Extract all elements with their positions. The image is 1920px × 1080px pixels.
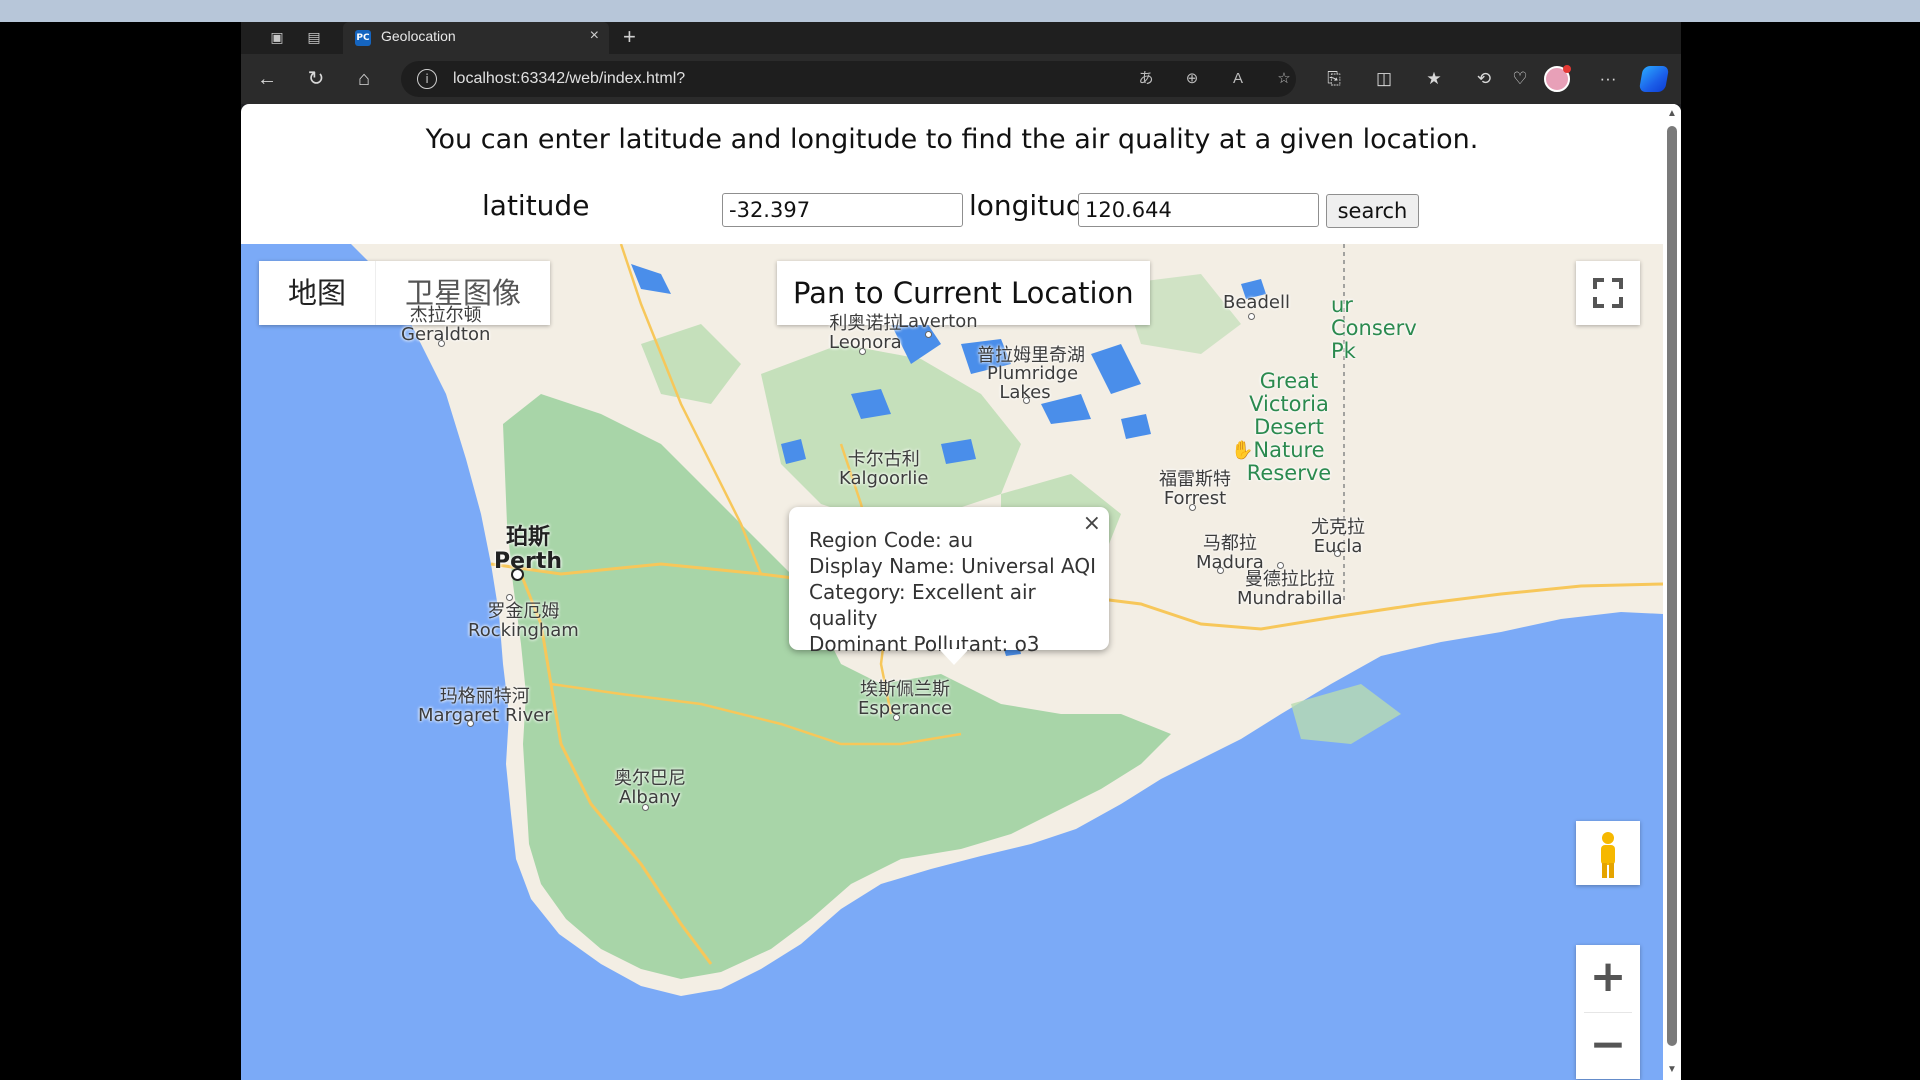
info-region-code: Region Code: au — [809, 528, 974, 552]
map-label-perth: 珀斯 Perth — [494, 525, 563, 574]
madura-marker — [1217, 567, 1224, 574]
forrest-marker — [1189, 504, 1196, 511]
info-window-content: Region Code: au Display Name: Universal … — [809, 527, 1109, 657]
map-label-kalgoorlie: 卡尔古利 Kalgoorlie — [839, 449, 929, 489]
margaret-river-marker — [467, 720, 474, 727]
tab-geolocation[interactable]: PC Geolocation × — [343, 22, 609, 54]
history-icon[interactable]: ⟲ — [1471, 66, 1497, 92]
map-label-conserv: ur Conserv Pk — [1331, 293, 1417, 363]
map-label-rockingham: 罗金厄姆 Rockingham — [468, 601, 579, 641]
home-icon[interactable]: ⌂ — [351, 66, 377, 92]
plumridge-marker — [1023, 397, 1030, 404]
grab-cursor-icon: ✋ — [1231, 440, 1254, 460]
geraldton-marker — [438, 340, 445, 347]
info-dominant-pollutant: Dominant Pollutant: o3 — [809, 632, 1040, 656]
perth-marker — [511, 568, 524, 581]
page-viewport: You can enter latitude and longitude to … — [241, 104, 1681, 1080]
mundrabilla-marker — [1277, 562, 1284, 569]
more-icon[interactable]: ··· — [1595, 66, 1621, 92]
address-bar[interactable]: i localhost:63342/web/index.html? あ ⊕ A … — [401, 61, 1296, 97]
esperance-marker — [893, 714, 900, 721]
map-label-albany: 奥尔巴尼 Albany — [614, 768, 686, 808]
laverton-marker — [925, 331, 932, 338]
extensions-icon[interactable]: ⎘ — [1321, 66, 1347, 92]
zoom-control: + − — [1576, 945, 1640, 1079]
desktop-top-strip — [0, 0, 1920, 22]
air-quality-info-window: × Region Code: au Display Name: Universa… — [789, 507, 1109, 665]
page-scrollbar[interactable]: ▲ ▼ — [1663, 104, 1681, 1080]
fullscreen-icon — [1593, 278, 1623, 308]
map-label-leonora: 利奥诺拉 Leonora — [829, 313, 902, 353]
latitude-input[interactable] — [722, 193, 963, 227]
scroll-down-icon[interactable]: ▼ — [1666, 1064, 1678, 1075]
albany-marker — [642, 804, 649, 811]
address-url[interactable]: localhost:63342/web/index.html? — [453, 70, 685, 88]
back-icon[interactable]: ← — [254, 66, 280, 92]
favorites-icon[interactable]: ★ — [1421, 66, 1447, 92]
map-label-laverton: Laverton — [898, 311, 978, 332]
new-tab-button[interactable]: + — [623, 24, 636, 50]
translate-icon[interactable]: あ — [1136, 69, 1156, 89]
browser-essentials-icon[interactable]: ♡ — [1507, 66, 1533, 92]
workspaces-icon[interactable]: ▣ — [267, 28, 287, 46]
map-label-mundrabilla: 曼德拉比拉 Mundrabilla — [1237, 569, 1343, 609]
fullscreen-button[interactable] — [1576, 261, 1640, 325]
webstorm-favicon-icon: PC — [355, 30, 371, 46]
street-view-pegman-button[interactable] — [1576, 821, 1640, 885]
favorite-star-icon[interactable]: ☆ — [1274, 69, 1294, 89]
page-heading: You can enter latitude and longitude to … — [425, 124, 1479, 155]
tab-bar: ▣ ▤ PC Geolocation × + — [241, 22, 1681, 54]
map-label-forrest: 福雷斯特 Forrest — [1159, 469, 1231, 509]
copilot-icon[interactable] — [1638, 66, 1670, 92]
google-map[interactable]: 地图 卫星图像 Pan to Current Location 杰拉尔顿 Gera… — [241, 244, 1663, 1080]
info-category: Category: Excellent air quality — [809, 580, 1036, 630]
refresh-icon[interactable]: ↻ — [303, 66, 329, 92]
zoom-in-button[interactable]: + — [1576, 945, 1640, 1011]
map-label-margaret-river: 玛格丽特河 Margaret River — [418, 686, 552, 726]
beadell-marker — [1248, 313, 1255, 320]
browser-toolbar: ← ↻ ⌂ i localhost:63342/web/index.html? … — [241, 54, 1681, 104]
longitude-input[interactable] — [1078, 193, 1319, 227]
latitude-label: latitude — [482, 189, 590, 222]
search-button[interactable]: search — [1326, 194, 1419, 228]
map-label-esperance: 埃斯佩兰斯 Esperance — [858, 679, 953, 719]
read-aloud-icon[interactable]: A — [1228, 69, 1248, 89]
tab-actions-icon[interactable]: ▤ — [304, 28, 324, 46]
tab-title: Geolocation — [381, 28, 456, 44]
browser-window: ▣ ▤ PC Geolocation × + ← ↻ ⌂ i localhost… — [241, 22, 1681, 1080]
scroll-up-icon[interactable]: ▲ — [1666, 108, 1678, 119]
rockingham-marker — [506, 594, 513, 601]
map-label-great-victoria: Great Victoria Desert Nature Reserve — [1246, 369, 1332, 485]
scrollbar-thumb[interactable] — [1667, 126, 1677, 1046]
pegman-icon — [1601, 832, 1615, 878]
eucla-marker — [1334, 550, 1341, 557]
info-display-name: Display Name: Universal AQI — [809, 554, 1096, 578]
split-screen-icon[interactable]: ◫ — [1371, 66, 1397, 92]
zoom-icon[interactable]: ⊕ — [1182, 69, 1202, 89]
profile-avatar[interactable] — [1544, 65, 1571, 92]
map-label-beadell: Beadell — [1223, 292, 1290, 313]
map-label-geraldton: 杰拉尔顿 Geraldton — [401, 305, 491, 345]
map-type-map-button[interactable]: 地图 — [259, 261, 375, 325]
close-tab-icon[interactable]: × — [590, 27, 599, 45]
leonora-marker — [859, 348, 866, 355]
map-label-madura: 马都拉 Madura — [1196, 533, 1264, 573]
zoom-out-button[interactable]: − — [1576, 1013, 1640, 1079]
site-info-icon[interactable]: i — [417, 69, 437, 89]
